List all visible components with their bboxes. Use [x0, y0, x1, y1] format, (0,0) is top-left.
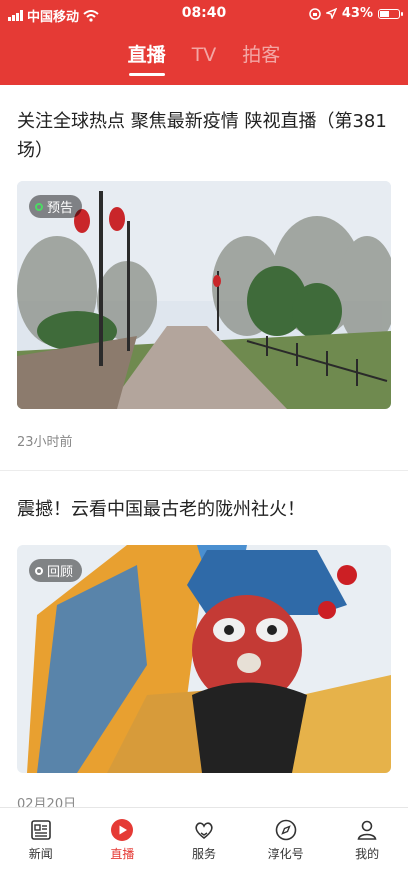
active-tab-indicator: [128, 73, 165, 76]
orientation-lock-icon: [309, 7, 321, 20]
battery-percentage: 43%: [341, 6, 373, 21]
card-thumbnail[interactable]: 预告: [17, 181, 391, 409]
nav-news[interactable]: 新闻: [0, 808, 82, 883]
card-title: 关注全球热点 聚焦最新疫情 陕视直播（第381场）: [17, 111, 387, 161]
nav-service[interactable]: 服务: [163, 808, 245, 883]
location-arrow-icon: [325, 8, 337, 19]
battery-icon: [378, 8, 403, 19]
nav-label: 直播: [110, 847, 135, 861]
feed-card[interactable]: 关注全球热点 聚焦最新疫情 陕视直播（第381场） 预告 23小时前: [0, 85, 408, 470]
live-dot-icon: [35, 202, 43, 211]
tab-live[interactable]: 直播: [126, 40, 168, 76]
status-bar: 中国移动 08:40 43%: [0, 0, 408, 28]
replay-dot-icon: [35, 566, 43, 575]
bottom-navigation: 新闻 直播 服务 淳化号 我的: [0, 807, 408, 883]
replay-badge: 回顾: [29, 559, 83, 582]
profile-icon: [357, 820, 377, 840]
card-title: 震撼！云看中国最古老的陇州社火！: [17, 499, 305, 520]
nav-label: 淳化号: [267, 847, 304, 861]
nav-chunhua[interactable]: 淳化号: [245, 808, 327, 883]
card-thumbnail[interactable]: 回顾: [17, 545, 391, 773]
compass-icon: [275, 819, 296, 841]
tab-paike[interactable]: 拍客: [240, 40, 282, 76]
card-timestamp: 02月20日: [17, 797, 77, 808]
app-header: 中国移动 08:40 43% 直播 TV 拍客: [0, 0, 408, 85]
feed-card[interactable]: 震撼！云看中国最古老的陇州社火！ 回顾 02月20日: [0, 471, 408, 808]
nav-live[interactable]: 直播: [82, 808, 164, 883]
preview-badge: 预告: [29, 195, 83, 218]
top-tabs: 直播 TV 拍客: [0, 40, 408, 80]
tab-tv[interactable]: TV: [190, 40, 219, 76]
nav-label: 我的: [355, 847, 380, 861]
news-icon: [30, 820, 51, 840]
live-feed: 关注全球热点 聚焦最新疫情 陕视直播（第381场） 预告 23小时前 震撼！云看…: [0, 85, 408, 808]
nav-label: 服务: [191, 847, 216, 861]
card-timestamp: 23小时前: [17, 435, 73, 450]
service-heart-icon: [195, 822, 213, 840]
nav-profile[interactable]: 我的: [326, 808, 408, 883]
live-play-icon: [111, 819, 134, 841]
nav-label: 新闻: [28, 847, 53, 861]
